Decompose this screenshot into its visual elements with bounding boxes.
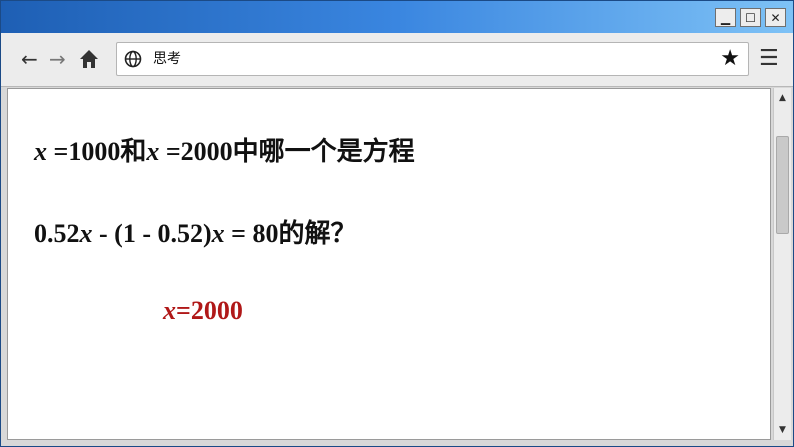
question-line-1: x =1000和x =2000中哪一个是方程 xyxy=(34,131,415,168)
maximize-button[interactable]: ☐ xyxy=(740,8,761,27)
browser-toolbar: ← → 思考 ★ ☰ xyxy=(1,33,793,87)
variable-x: x xyxy=(34,137,47,166)
title-bar: ▁ ☐ ✕ xyxy=(1,1,793,33)
answer: x=2000 xyxy=(163,296,243,326)
equation-text: = 80的解？ xyxy=(224,219,357,248)
question-text: =1000和 xyxy=(47,137,147,166)
back-arrow-icon[interactable]: ← xyxy=(21,47,38,71)
variable-x: x xyxy=(146,137,160,166)
variable-x: x xyxy=(211,219,225,248)
home-icon[interactable] xyxy=(79,47,99,71)
close-button[interactable]: ✕ xyxy=(765,8,786,27)
browser-window: ▁ ☐ ✕ ← → 思考 ★ ☰ x =1000和x =2000中哪一个是方程 xyxy=(0,0,794,447)
variable-x: x xyxy=(79,219,93,248)
scroll-down-arrow-icon[interactable]: ▼ xyxy=(774,422,791,438)
minimize-button[interactable]: ▁ xyxy=(715,8,736,27)
forward-arrow-icon[interactable]: → xyxy=(49,47,66,71)
question-line-2: 0.52x - (1 - 0.52)x = 80的解？ xyxy=(34,213,356,250)
address-bar[interactable]: 思考 ★ xyxy=(116,42,749,76)
vertical-scrollbar[interactable]: ▲ ▼ xyxy=(773,88,791,440)
scrollbar-thumb[interactable] xyxy=(776,136,789,234)
globe-icon xyxy=(124,50,142,68)
question-text: =2000中哪一个是方程 xyxy=(159,137,415,166)
equation-text: 0.52 xyxy=(34,219,80,248)
equation-text: - (1 - 0.52) xyxy=(92,219,212,248)
scroll-up-arrow-icon[interactable]: ▲ xyxy=(774,90,791,106)
bookmark-star-icon[interactable]: ★ xyxy=(720,46,740,72)
page-content: x =1000和x =2000中哪一个是方程 0.52x - (1 - 0.52… xyxy=(7,88,771,440)
address-text[interactable]: 思考 xyxy=(153,50,181,68)
answer-variable: x xyxy=(163,296,176,325)
menu-icon[interactable]: ☰ xyxy=(759,47,779,71)
answer-value: =2000 xyxy=(176,296,243,325)
